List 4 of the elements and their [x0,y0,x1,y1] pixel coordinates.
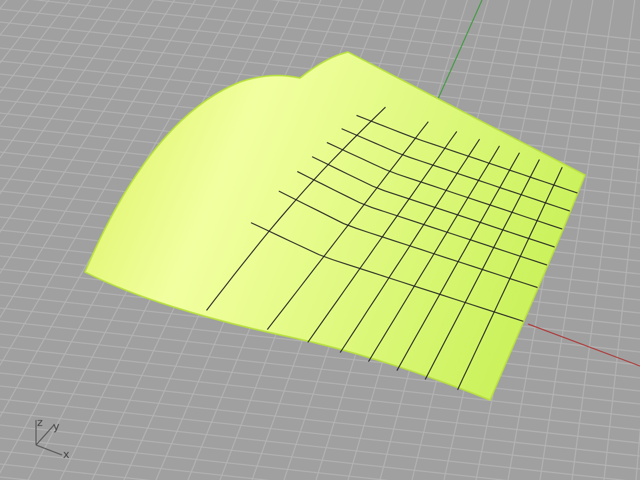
axis-label: z [37,416,43,429]
axis-gizmo-icon [36,420,62,456]
axis-label: x [63,448,70,461]
axis-label: y [53,420,60,433]
